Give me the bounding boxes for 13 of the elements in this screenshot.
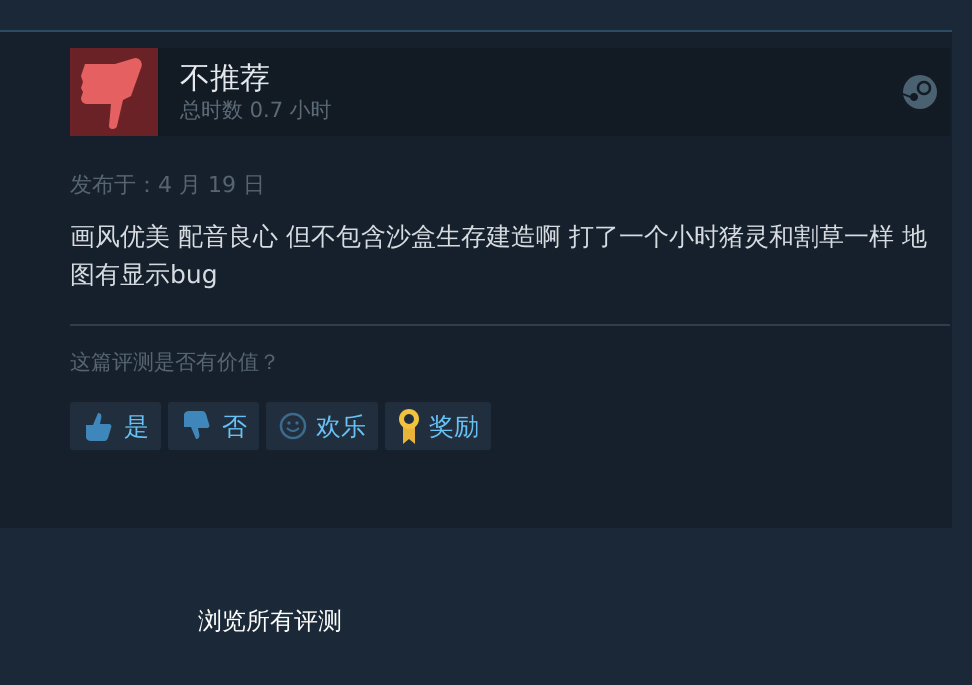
smiley-icon bbox=[278, 411, 308, 441]
vote-button[interactable]: 奖励 bbox=[385, 402, 491, 450]
posted-date: 发布于：4 月 19 日 bbox=[70, 172, 266, 200]
helpful-question: 这篇评测是否有价值？ bbox=[70, 349, 281, 376]
vote-button[interactable]: 是 bbox=[70, 402, 161, 450]
review-verdict: 不推荐 bbox=[180, 61, 271, 97]
vote-button[interactable]: 欢乐 bbox=[266, 402, 378, 450]
steam-logo-icon bbox=[902, 74, 938, 110]
review-text: 画风优美 配音良心 但不包含沙盒生存建造啊 打了一个小时猪灵和割草一样 地图有显示bug bbox=[70, 221, 928, 291]
playtime-text: 总时数 0.7 小时 bbox=[180, 97, 332, 123]
vote-button[interactable]: 否 bbox=[168, 402, 259, 450]
award-ribbon-icon bbox=[397, 407, 421, 445]
browse-reviews-link[interactable]: 浏览所有评测 bbox=[198, 607, 342, 635]
